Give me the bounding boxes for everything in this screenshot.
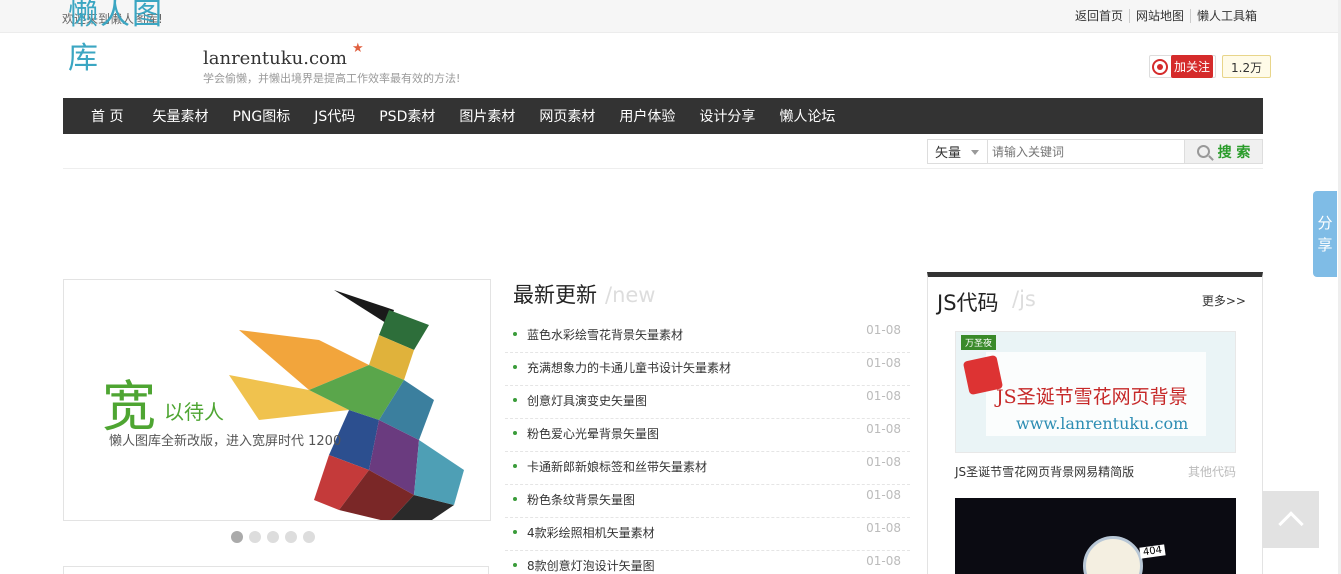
- news-item-date: 01-08: [866, 521, 901, 535]
- js-panel-title-en: /js: [1012, 287, 1036, 311]
- list-item[interactable]: 创意灯具演变史矢量图 01-08: [505, 386, 910, 419]
- news-item-title[interactable]: 创意灯具演变史矢量图: [527, 392, 647, 409]
- banner-dot-2[interactable]: [249, 531, 261, 543]
- share-label-2: 享: [1317, 236, 1333, 254]
- list-item[interactable]: 8款创意灯泡设计矢量图 01-08: [505, 551, 910, 574]
- nav-images[interactable]: 图片素材: [447, 106, 527, 126]
- thumbnail-tag: 万圣夜: [961, 335, 997, 350]
- banner-dot-3[interactable]: [267, 531, 279, 543]
- news-header: 最新更新 /new: [505, 279, 910, 315]
- news-list: 蓝色水彩绘雪花背景矢量素材 01-08 充满想象力的卡通儿童书设计矢量素材 01-0…: [505, 320, 910, 574]
- list-item[interactable]: 粉色爱心光晕背景矢量图 01-08: [505, 419, 910, 452]
- search-bar: 矢量 搜 索: [927, 139, 1263, 164]
- back-to-top-button[interactable]: [1262, 491, 1319, 548]
- js-thumbnail-christmas[interactable]: 万圣夜 JS圣诞节雪花网页背景 www.lanrentuku.com: [955, 331, 1236, 453]
- js-code-panel: JS代码 /js 更多>> 万圣夜 JS圣诞节雪花网页背景 www.lanren…: [927, 272, 1263, 574]
- site-domain: lanrentuku.com: [203, 48, 347, 69]
- thumbnail-title: JS圣诞节雪花网页背景: [996, 386, 1188, 408]
- top-links: 返回首页 网站地图 懒人工具箱: [1069, 9, 1263, 23]
- news-item-date: 01-08: [866, 323, 901, 337]
- search-category-select[interactable]: 矢量: [928, 140, 988, 163]
- list-item[interactable]: 4款彩绘照相机矢量素材 01-08: [505, 518, 910, 551]
- news-item-title[interactable]: 充满想象力的卡通儿童书设计矢量素材: [527, 359, 731, 376]
- main-nav: 首 页 矢量素材 PNG图标 JS代码 PSD素材 图片素材 网页素材 用户体验…: [63, 98, 1263, 134]
- share-label-1: 分: [1317, 214, 1333, 232]
- js-item-caption[interactable]: JS圣诞节雪花网页背景网易精简版: [955, 463, 1134, 480]
- search-input[interactable]: [988, 140, 1185, 163]
- hummingbird-illustration: [229, 290, 464, 520]
- news-item-date: 01-08: [866, 554, 901, 568]
- search-icon: [1196, 145, 1210, 158]
- banner-dot-1[interactable]: [231, 531, 243, 543]
- search-button-label: 搜 索: [1217, 144, 1251, 161]
- news-item-date: 01-08: [866, 389, 901, 403]
- weibo-widget: 加关注 1.2万: [1149, 55, 1272, 78]
- nav-psd[interactable]: PSD素材: [367, 106, 447, 126]
- news-item-title[interactable]: 4款彩绘照相机矢量素材: [527, 524, 655, 541]
- news-item-title[interactable]: 8款创意灯泡设计矢量图: [527, 557, 655, 574]
- banner-subtitle: 懒人图库全新改版，进入宽屏时代 1200: [109, 434, 342, 449]
- hero-banner[interactable]: 宽 以待人 懒人图库全新改版，进入宽屏时代 1200: [63, 279, 491, 521]
- list-item[interactable]: 卡通新郎新娘标签和丝带矢量素材 01-08: [505, 452, 910, 485]
- news-item-title[interactable]: 粉色爱心光晕背景矢量图: [527, 425, 659, 442]
- latest-news: 最新更新 /new 蓝色水彩绘雪花背景矢量素材 01-08 充满想象力的卡通儿童书…: [505, 279, 910, 574]
- list-item[interactable]: 蓝色水彩绘雪花背景矢量素材 01-08: [505, 320, 910, 353]
- news-item-title[interactable]: 粉色条纹背景矢量图: [527, 491, 635, 508]
- news-item-date: 01-08: [866, 422, 901, 436]
- nav-png-icons[interactable]: PNG图标: [220, 106, 302, 126]
- search-button[interactable]: 搜 索: [1185, 140, 1262, 163]
- news-item-title[interactable]: 蓝色水彩绘雪花背景矢量素材: [527, 326, 683, 343]
- js-thumbnail-astronaut[interactable]: 404: [955, 498, 1236, 574]
- nav-design-share[interactable]: 设计分享: [687, 106, 767, 126]
- js-more-link[interactable]: 更多>>: [1202, 292, 1246, 309]
- js-panel-header: JS代码 /js 更多>>: [928, 277, 1262, 319]
- weibo-follow-label: 加关注: [1171, 55, 1214, 78]
- news-item-date: 01-08: [866, 488, 901, 502]
- news-item-title[interactable]: 卡通新郎新娘标签和丝带矢量素材: [527, 458, 707, 475]
- banner-dot-4[interactable]: [285, 531, 297, 543]
- chevron-up-icon: [1277, 510, 1304, 537]
- star-icon: ★: [352, 41, 364, 56]
- nav-forum[interactable]: 懒人论坛: [767, 106, 847, 126]
- js-panel-title: JS代码: [937, 291, 999, 315]
- nav-js-code[interactable]: JS代码: [302, 106, 367, 126]
- js-other-link[interactable]: 其他代码: [1188, 463, 1236, 480]
- top-bar: 欢迎来到懒人图库! 返回首页 网站地图 懒人工具箱: [0, 0, 1341, 33]
- nav-home[interactable]: 首 页: [63, 106, 140, 126]
- nav-ux[interactable]: 用户体验: [607, 106, 687, 126]
- nav-vector[interactable]: 矢量素材: [140, 106, 220, 126]
- news-title: 最新更新: [513, 283, 597, 307]
- error-404-badge: 404: [1139, 544, 1166, 559]
- weibo-follower-count: 1.2万: [1222, 55, 1272, 78]
- banner-dot-5[interactable]: [303, 531, 315, 543]
- news-title-en: /new: [605, 283, 656, 307]
- site-logo[interactable]: 懒人图库: [68, 0, 188, 76]
- list-item[interactable]: 粉色条纹背景矢量图 01-08: [505, 485, 910, 518]
- banner-heading: 以待人: [164, 400, 224, 424]
- thumbnail-url: www.lanrentuku.com: [1016, 414, 1189, 433]
- list-item[interactable]: 充满想象力的卡通儿童书设计矢量素材 01-08: [505, 353, 910, 386]
- header-divider: [63, 168, 1263, 169]
- link-sitemap[interactable]: 网站地图: [1128, 9, 1190, 23]
- astronaut-icon: [1083, 536, 1143, 574]
- weibo-icon: [1152, 58, 1168, 75]
- news-item-date: 01-08: [866, 455, 901, 469]
- site-slogan: 学会偷懒，并懒出境界是提高工作效率最有效的方法!: [203, 72, 461, 85]
- below-banner-box: [63, 566, 489, 574]
- weibo-follow-button[interactable]: 加关注: [1149, 55, 1217, 78]
- news-item-date: 01-08: [866, 356, 901, 370]
- logo-text: 懒人图库: [68, 0, 164, 76]
- share-button[interactable]: 分 享: [1313, 191, 1337, 277]
- link-home[interactable]: 返回首页: [1069, 9, 1129, 23]
- banner-pagination: [231, 531, 321, 543]
- link-toolbox[interactable]: 懒人工具箱: [1189, 9, 1263, 23]
- nav-web-assets[interactable]: 网页素材: [527, 106, 607, 126]
